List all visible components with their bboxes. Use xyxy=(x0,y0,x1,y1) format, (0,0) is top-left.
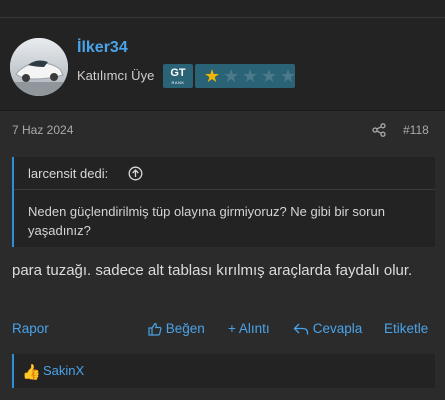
arrow-up-circle-icon[interactable] xyxy=(128,166,143,181)
rank-badge-subtext: RANK xyxy=(171,80,185,85)
report-link[interactable]: Rapor xyxy=(12,321,49,336)
reply-label: Cevapla xyxy=(312,321,363,336)
star-empty-icon: ★ xyxy=(242,66,259,86)
quote-text: Neden güçlendirilmiş tüp olayına girmiyo… xyxy=(28,204,385,238)
star-empty-icon: ★ xyxy=(280,66,297,86)
user-title: Katılımcı Üye xyxy=(77,68,155,83)
post-message: para tuzağı. sadece alt tablası kırılmış… xyxy=(12,262,413,279)
thumbs-up-icon xyxy=(148,322,162,336)
thumbs-up-icon: 👍 xyxy=(22,364,41,381)
rank-stars: ★ ★ ★ ★ ★ xyxy=(195,64,297,88)
rank-badge: GT RANK xyxy=(163,64,193,88)
tag-link[interactable]: Etiketle xyxy=(384,321,428,336)
post-user-header: İlker34 Katılımcı Üye GT RANK ★ ★ ★ ★ ★ xyxy=(0,18,445,111)
reply-icon xyxy=(293,323,309,335)
star-filled-icon: ★ xyxy=(204,66,221,86)
reaction-users[interactable]: SakinX xyxy=(43,363,84,378)
post-actions: Rapor Beğen + Alıntı Cevapla Etiketle xyxy=(0,318,445,342)
post-meta: 7 Haz 2024 #118 xyxy=(0,111,445,151)
share-icon[interactable] xyxy=(372,123,386,137)
reply-button[interactable]: Cevapla xyxy=(293,321,362,336)
username-link[interactable]: İlker34 xyxy=(77,39,128,57)
post-date[interactable]: 7 Haz 2024 xyxy=(12,123,73,137)
like-label: Beğen xyxy=(165,321,205,336)
quote-divider xyxy=(14,189,435,190)
star-empty-icon: ★ xyxy=(223,66,240,86)
quote-block: larcensit dedi: Neden güçlendirilmiş tüp… xyxy=(12,157,435,247)
top-bar xyxy=(0,0,445,18)
quote-author[interactable]: larcensit dedi: xyxy=(28,166,108,181)
post-number[interactable]: #118 xyxy=(403,123,429,137)
like-button[interactable]: Beğen xyxy=(148,321,205,336)
rank-badge-text: GT xyxy=(170,67,186,79)
star-empty-icon: ★ xyxy=(261,66,278,86)
quote-button[interactable]: + Alıntı xyxy=(228,321,270,336)
avatar[interactable] xyxy=(10,38,68,96)
reactions-bar: 👍 SakinX xyxy=(12,354,435,388)
